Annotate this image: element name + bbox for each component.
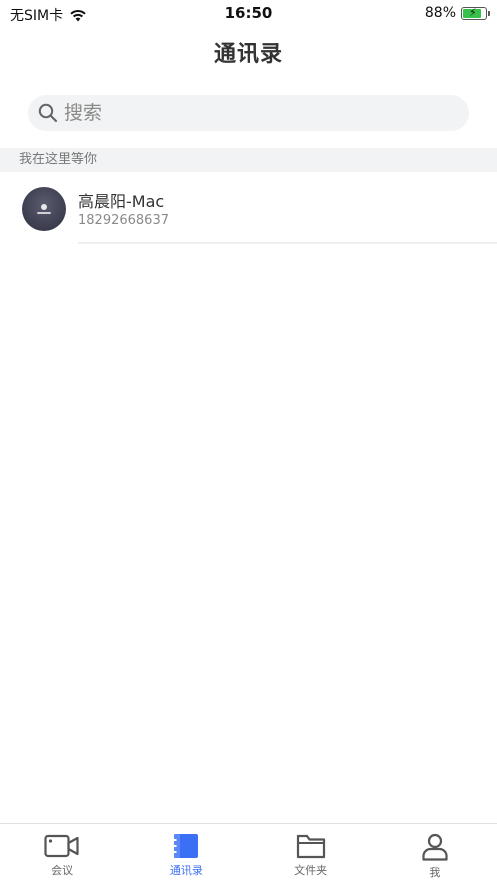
contacts-book-icon bbox=[172, 834, 199, 858]
section-header: 我在这里等你 bbox=[0, 148, 497, 172]
contact-row[interactable]: 高晨阳-Mac 18292668637 bbox=[0, 172, 497, 244]
tab-meeting[interactable]: 会议 bbox=[0, 824, 124, 883]
person-icon bbox=[422, 833, 448, 861]
video-camera-icon bbox=[44, 834, 79, 858]
status-right: 88% ⚡ bbox=[424, 5, 490, 21]
search-icon bbox=[38, 103, 58, 123]
page-title: 通讯录 bbox=[213, 42, 283, 67]
avatar[interactable] bbox=[22, 187, 66, 231]
avatar-logo-dot bbox=[41, 204, 47, 210]
contact-name: 高晨阳-Mac bbox=[78, 192, 165, 211]
tab-folder[interactable]: 文件夹 bbox=[249, 824, 373, 883]
battery-icon: ⚡ bbox=[461, 5, 490, 20]
status-bar: 无SIM卡 16:50 88% ⚡ bbox=[0, 0, 497, 26]
search-bar[interactable] bbox=[28, 95, 469, 131]
tab-contacts[interactable]: 通讯录 bbox=[124, 824, 248, 883]
folder-icon bbox=[296, 834, 325, 859]
clock: 16:50 bbox=[224, 4, 273, 22]
tab-me[interactable]: 我 bbox=[373, 824, 497, 883]
search-input[interactable] bbox=[64, 102, 444, 124]
battery-percent: 88% bbox=[424, 5, 456, 21]
contacts-screen: 无SIM卡 16:50 88% ⚡ 通讯录 我在这里等你 bbox=[0, 0, 497, 883]
contact-phone: 18292668637 bbox=[78, 213, 169, 228]
charging-bolt-icon: ⚡ bbox=[469, 5, 477, 19]
tab-bar: 会议 通讯录 文件夹 我 bbox=[0, 823, 497, 883]
avatar-logo-bar bbox=[37, 212, 51, 214]
tab-label: 通讯录 bbox=[169, 864, 203, 877]
divider bbox=[78, 242, 497, 244]
tab-label: 文件夹 bbox=[294, 864, 328, 877]
tab-label: 我 bbox=[429, 866, 441, 879]
tab-label: 会议 bbox=[51, 864, 74, 877]
